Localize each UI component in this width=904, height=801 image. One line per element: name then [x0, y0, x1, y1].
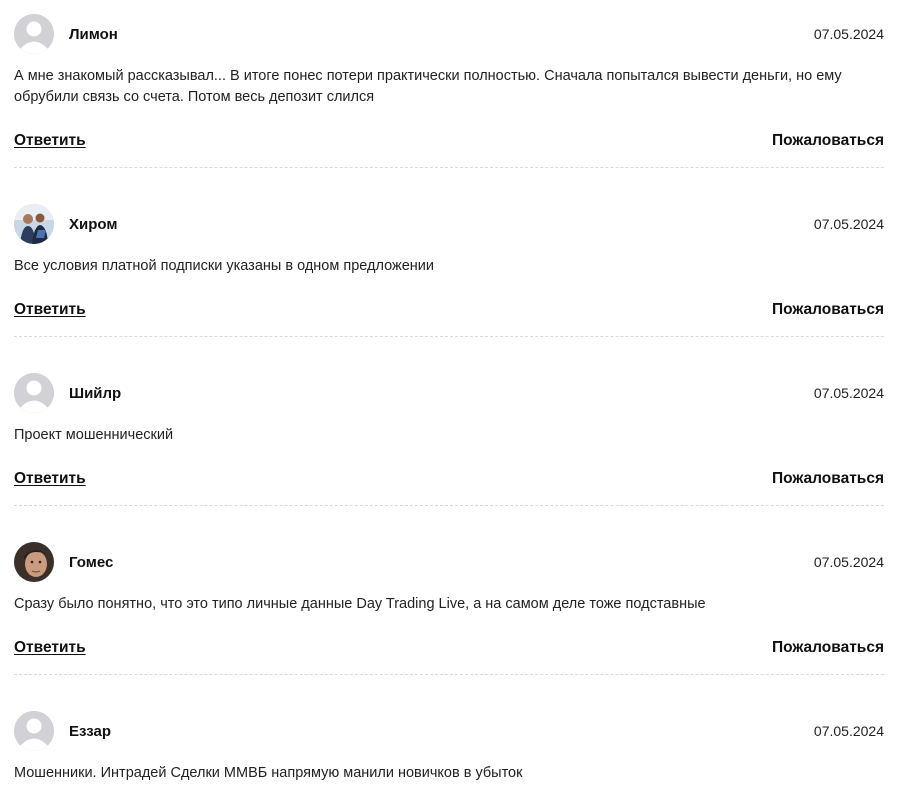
default-avatar-icon	[14, 373, 54, 413]
comment-author[interactable]: Лимон	[69, 26, 118, 43]
comment-actions: Ответить Пожаловаться	[14, 470, 884, 492]
comment-text: Мошенники. Интрадей Сделки ММВБ напрямую…	[14, 765, 523, 781]
comment-actions: Ответить Пожаловаться	[14, 132, 884, 154]
report-button[interactable]: Пожаловаться	[772, 132, 884, 150]
comment-date: 07.05.2024	[813, 723, 884, 739]
default-avatar-icon	[14, 14, 54, 54]
comment-author[interactable]: Шийлр	[69, 385, 121, 402]
comment-author[interactable]: Гомес	[69, 554, 113, 571]
comment-text: Все условия платной подписки указаны в о…	[14, 258, 434, 274]
comment-author[interactable]: Еззар	[69, 723, 111, 740]
reply-button[interactable]: Ответить	[14, 470, 86, 488]
comment-text: Сразу было понятно, что это типо личные …	[14, 596, 706, 612]
reply-button[interactable]: Ответить	[14, 639, 86, 657]
comment-author[interactable]: Хиром	[69, 216, 117, 233]
comment-actions: Ответить Пожаловаться	[14, 301, 884, 323]
user-photo-avatar	[14, 542, 54, 582]
divider	[14, 505, 884, 506]
user-photo-avatar	[14, 204, 54, 244]
comment-date: 07.05.2024	[813, 385, 884, 401]
comment-text: Проект мошеннический	[14, 427, 174, 443]
default-avatar-icon	[14, 711, 54, 751]
report-button[interactable]: Пожаловаться	[772, 470, 884, 488]
reply-button[interactable]: Ответить	[14, 301, 86, 319]
reply-button[interactable]: Ответить	[14, 132, 86, 150]
comment-actions: Ответить Пожаловаться	[14, 639, 884, 661]
divider	[14, 167, 884, 168]
report-button[interactable]: Пожаловаться	[772, 301, 884, 319]
comment-date: 07.05.2024	[813, 216, 884, 232]
divider	[14, 336, 884, 337]
divider	[14, 674, 884, 675]
report-button[interactable]: Пожаловаться	[772, 639, 884, 657]
comment-date: 07.05.2024	[813, 554, 884, 570]
comment-date: 07.05.2024	[813, 26, 884, 42]
comment-text: А мне знакомый рассказывал... В итоге по…	[14, 68, 842, 105]
